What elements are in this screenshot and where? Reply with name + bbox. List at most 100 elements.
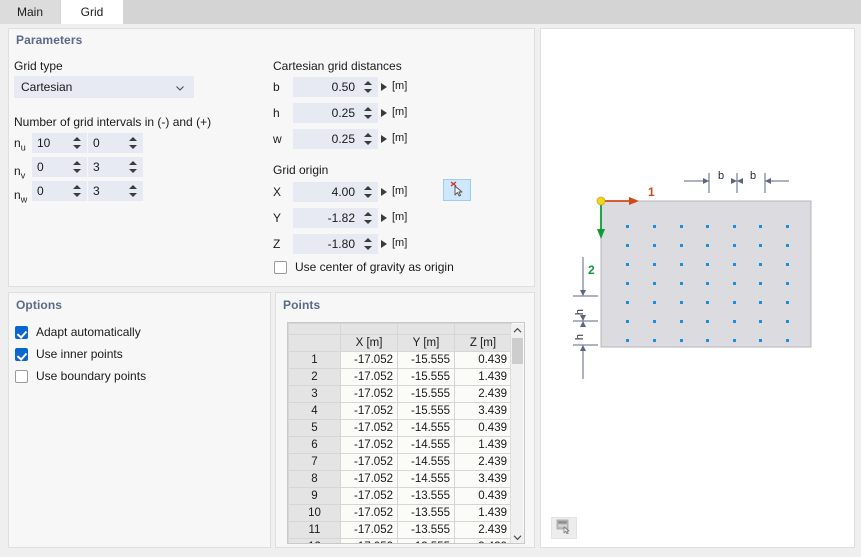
row-y[interactable]: -15.555: [397, 402, 455, 420]
option-use-boundary-points-checkbox[interactable]: [15, 369, 28, 383]
center-of-gravity-checkbox[interactable]: [274, 260, 287, 274]
row-x[interactable]: -17.052: [340, 453, 398, 471]
row-z[interactable]: 2.439: [454, 453, 512, 471]
row-y[interactable]: -13.555: [397, 538, 455, 543]
nu-plus-spinner[interactable]: [126, 134, 140, 152]
table-row[interactable]: 12-17.052-13.5553.439: [288, 538, 512, 543]
points-table-scrollbar[interactable]: [510, 324, 524, 543]
nv-plus-spinner[interactable]: [126, 158, 140, 176]
tab-main[interactable]: Main: [0, 0, 60, 24]
table-row[interactable]: 7 -17.052 -14.555 2.439: [288, 453, 512, 471]
table-row[interactable]: 9 -17.052 -13.555 0.439: [288, 487, 512, 505]
row-y[interactable]: -13.555: [397, 487, 455, 505]
option-adapt-automatically-checkbox[interactable]: [15, 325, 28, 339]
row-z[interactable]: 2.439: [454, 521, 512, 539]
nw-minus-field[interactable]: 0: [32, 181, 87, 201]
option-adapt-automatically-row[interactable]: Adapt automatically: [15, 325, 141, 339]
option-use-boundary-points-row[interactable]: Use boundary points: [15, 369, 146, 383]
table-row[interactable]: 1 -17.052 -15.555 0.439: [288, 351, 512, 369]
distance-h-field[interactable]: 0.25: [293, 103, 378, 123]
table-row[interactable]: 8 -17.052 -14.555 3.439: [288, 470, 512, 488]
distance-b-field[interactable]: 0.50: [293, 77, 378, 97]
grid-type-dropdown[interactable]: Cartesian: [14, 76, 194, 98]
option-use-inner-points-row[interactable]: Use inner points: [15, 347, 123, 361]
row-x[interactable]: -17.052: [340, 351, 398, 369]
row-y[interactable]: -14.555: [397, 453, 455, 471]
row-x[interactable]: -17.052: [340, 402, 398, 420]
row-z[interactable]: 3.439: [454, 538, 512, 543]
origin-x-field[interactable]: 4.00: [293, 182, 378, 202]
row-z[interactable]: 1.439: [454, 368, 512, 386]
table-row[interactable]: 11 -17.052 -13.555 2.439: [288, 521, 512, 539]
row-z[interactable]: 3.439: [454, 470, 512, 488]
nw-plus-field[interactable]: 3: [88, 181, 143, 201]
origin-z-spinner[interactable]: [361, 235, 375, 253]
distance-h-spinner[interactable]: [361, 104, 375, 122]
nv-minus-spinner[interactable]: [70, 158, 84, 176]
center-of-gravity-checkbox-row[interactable]: Use center of gravity as origin: [274, 260, 454, 274]
table-row[interactable]: 4 -17.052 -15.555 3.439: [288, 402, 512, 420]
table-row[interactable]: 5 -17.052 -14.555 0.439: [288, 419, 512, 437]
distance-w-field[interactable]: 0.25: [293, 129, 378, 149]
row-y[interactable]: -14.555: [397, 419, 455, 437]
distance-w-spinner[interactable]: [361, 130, 375, 148]
row-x[interactable]: -17.052: [340, 419, 398, 437]
nu-minus-spinner[interactable]: [70, 134, 84, 152]
pick-point-button[interactable]: [443, 179, 471, 201]
row-x[interactable]: -17.052: [340, 487, 398, 505]
nv-plus-field[interactable]: 3: [88, 157, 143, 177]
row-y[interactable]: -15.555: [397, 368, 455, 386]
scrollbar-thumb[interactable]: [512, 338, 523, 364]
origin-y-more-arrow-icon[interactable]: [381, 214, 387, 222]
nw-minus-spinner[interactable]: [70, 182, 84, 200]
row-x[interactable]: -17.052: [340, 470, 398, 488]
row-y[interactable]: -14.555: [397, 436, 455, 454]
row-z[interactable]: 0.439: [454, 351, 512, 369]
nu-plus-field[interactable]: 0: [88, 133, 143, 153]
row-x[interactable]: -17.052: [340, 436, 398, 454]
row-y[interactable]: -15.555: [397, 385, 455, 403]
origin-y-field[interactable]: -1.82: [293, 208, 378, 228]
points-table-container[interactable]: X [m] Y [m] Z [m] 1 -17.052 -15.555 0.439 2-…: [287, 322, 525, 544]
table-row[interactable]: 3 -17.052 -15.555 2.439: [288, 385, 512, 403]
nu-minus-field[interactable]: 10: [32, 133, 87, 153]
points-column-y[interactable]: Y [m]: [397, 334, 455, 352]
table-row[interactable]: 10 -17.052 -13.555 1.439: [288, 504, 512, 522]
origin-z-more-arrow-icon[interactable]: [381, 240, 387, 248]
nv-minus-field[interactable]: 0: [32, 157, 87, 177]
points-column-x[interactable]: X [m]: [340, 334, 398, 352]
preview-panel[interactable]: b b h h 1 2: [540, 28, 855, 548]
row-x[interactable]: -17.052: [340, 538, 398, 543]
nw-plus-spinner[interactable]: [126, 182, 140, 200]
scroll-down-arrow-icon[interactable]: [511, 531, 524, 543]
origin-x-more-arrow-icon[interactable]: [381, 188, 387, 196]
row-z[interactable]: 3.439: [454, 402, 512, 420]
table-row[interactable]: 6 -17.052 -14.555 1.439: [288, 436, 512, 454]
row-z[interactable]: 1.439: [454, 436, 512, 454]
row-z[interactable]: 0.439: [454, 419, 512, 437]
row-z[interactable]: 1.439: [454, 504, 512, 522]
points-column-z[interactable]: Z [m]: [454, 334, 512, 352]
distance-w-more-arrow-icon[interactable]: [381, 135, 387, 143]
row-x[interactable]: -17.052: [340, 521, 398, 539]
row-x[interactable]: -17.052: [340, 504, 398, 522]
option-use-inner-points-checkbox[interactable]: [15, 347, 28, 361]
snapshot-button[interactable]: [551, 517, 577, 539]
row-y[interactable]: -15.555: [397, 351, 455, 369]
table-row[interactable]: 2 -17.052 -15.555 1.439: [288, 368, 512, 386]
distance-h-more-arrow-icon[interactable]: [381, 109, 387, 117]
origin-y-spinner[interactable]: [361, 209, 375, 227]
row-z[interactable]: 0.439: [454, 487, 512, 505]
distance-b-spinner[interactable]: [361, 78, 375, 96]
row-x[interactable]: -17.052: [340, 385, 398, 403]
row-y[interactable]: -13.555: [397, 521, 455, 539]
row-y[interactable]: -14.555: [397, 470, 455, 488]
origin-x-spinner[interactable]: [361, 183, 375, 201]
row-x[interactable]: -17.052: [340, 368, 398, 386]
tab-grid[interactable]: Grid: [61, 0, 123, 24]
scroll-up-arrow-icon[interactable]: [511, 324, 524, 337]
origin-z-field[interactable]: -1.80: [293, 234, 378, 254]
row-z[interactable]: 2.439: [454, 385, 512, 403]
row-y[interactable]: -13.555: [397, 504, 455, 522]
distance-b-more-arrow-icon[interactable]: [381, 83, 387, 91]
